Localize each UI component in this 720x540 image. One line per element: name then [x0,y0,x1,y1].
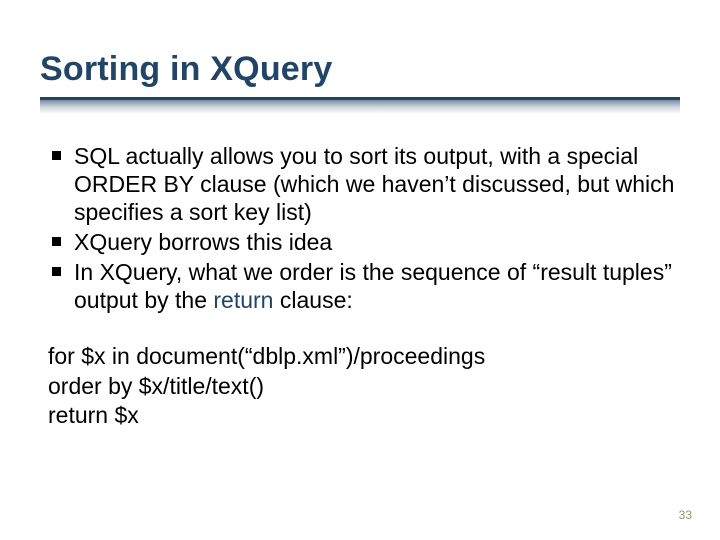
code-block: for $x in document(“dblp.xml”)/proceedin… [42,342,680,430]
bullet-item: In XQuery, what we order is the sequence… [48,258,680,314]
slide-body: SQL actually allows you to sort its outp… [40,142,680,431]
code-line: order by $x/title/text() [48,372,680,401]
bullet-text: In XQuery, what we order is the sequence… [74,259,672,313]
bullet-item: SQL actually allows you to sort its outp… [48,142,680,226]
keyword-return: return [213,287,273,313]
bullet-text: clause: [273,287,352,313]
slide: Sorting in XQuery SQL actually allows yo… [0,0,720,540]
page-number: 33 [679,508,692,522]
code-line: for $x in document(“dblp.xml”)/proceedin… [48,342,680,371]
slide-title: Sorting in XQuery [40,50,680,95]
code-line: return $x [48,401,680,430]
bullet-item: XQuery borrows this idea [48,228,680,256]
bullet-list: SQL actually allows you to sort its outp… [42,142,680,314]
title-gradient [40,100,680,114]
